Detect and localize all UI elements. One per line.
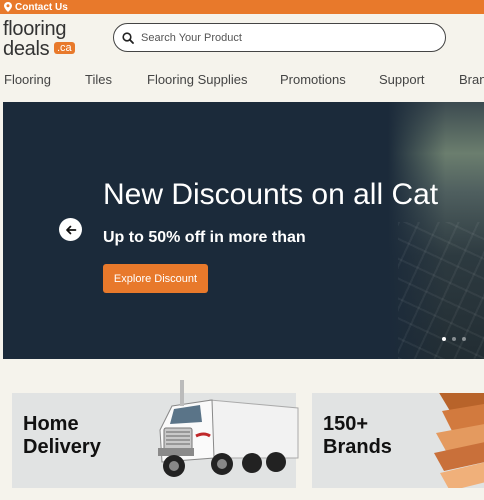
- search-bar[interactable]: [113, 23, 446, 52]
- hero-title: New Discounts on all Cat: [103, 178, 439, 211]
- logo-text-line2: deals: [3, 38, 50, 60]
- card-title: Home Delivery: [23, 413, 101, 459]
- explore-discount-button[interactable]: Explore Discount: [103, 264, 208, 293]
- card-title-line2: Brands: [323, 436, 392, 458]
- contact-bar[interactable]: Contact Us: [0, 0, 484, 14]
- main-nav: Flooring Tiles Flooring Supplies Promoti…: [0, 64, 484, 96]
- card-title-line1: 150+: [323, 413, 369, 435]
- truck-image: [158, 380, 299, 477]
- card-title-line2: Delivery: [23, 436, 101, 458]
- carousel-dot[interactable]: [462, 337, 466, 341]
- logo-badge: .ca: [54, 42, 75, 54]
- carousel-dot[interactable]: [452, 337, 456, 341]
- nav-item-promotions[interactable]: Promotions: [280, 72, 346, 87]
- logo-text-line1: flooring: [3, 18, 67, 40]
- contact-us-link[interactable]: Contact Us: [15, 2, 68, 13]
- nav-item-flooring[interactable]: Flooring: [4, 72, 51, 87]
- nav-item-support[interactable]: Support: [379, 72, 425, 87]
- nav-item-flooring-supplies[interactable]: Flooring Supplies: [147, 72, 247, 87]
- carousel-prev-button[interactable]: [59, 218, 82, 241]
- header: flooring deals .ca: [0, 14, 484, 64]
- home-delivery-card[interactable]: Home Delivery: [12, 380, 299, 488]
- nav-item-brands[interactable]: Bran: [459, 72, 484, 87]
- carousel-dot[interactable]: [442, 337, 446, 341]
- hero-subtitle: Up to 50% off in more than: [103, 229, 306, 246]
- hero-tile-texture: [398, 222, 484, 359]
- nav-item-tiles[interactable]: Tiles: [85, 72, 112, 87]
- card-title-line1: Home: [23, 413, 79, 435]
- card-title: 150+ Brands: [323, 413, 392, 459]
- location-pin-icon: [4, 2, 12, 12]
- carousel-dots: [442, 337, 466, 341]
- brands-card[interactable]: 150+ Brands: [312, 393, 484, 488]
- arrow-left-icon: [65, 225, 76, 234]
- search-input[interactable]: [141, 31, 431, 44]
- site-logo[interactable]: flooring deals .ca: [3, 19, 83, 59]
- search-icon[interactable]: [122, 31, 134, 44]
- hero-carousel: New Discounts on all Cat Up to 50% off i…: [3, 102, 484, 359]
- wood-samples-image: [434, 393, 484, 488]
